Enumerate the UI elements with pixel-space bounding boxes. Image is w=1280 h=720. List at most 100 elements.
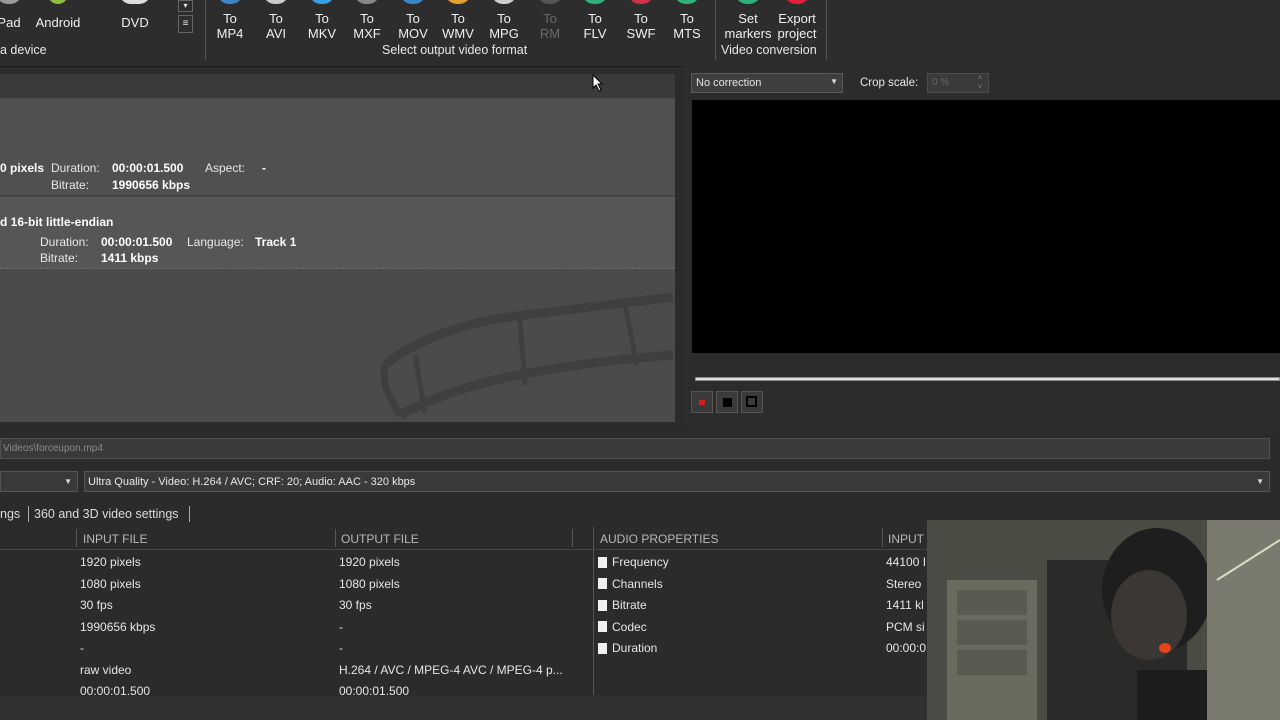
play-button[interactable]: [691, 391, 713, 413]
video-aspect: -: [262, 161, 266, 175]
audio-duration-label: Duration:: [40, 235, 89, 249]
format-line1: To: [269, 11, 283, 26]
audio-property-label: Channels: [612, 577, 663, 591]
tab-separator: [28, 506, 29, 522]
video-aspect-label: Aspect:: [205, 161, 246, 175]
stop-button[interactable]: [716, 391, 738, 413]
android-icon: [48, 0, 68, 4]
format-line1: To: [634, 11, 648, 26]
table-cell: raw video: [80, 663, 132, 677]
fullscreen-button[interactable]: [741, 391, 763, 413]
chevron-down-icon: ▼: [830, 77, 838, 86]
column-separator: [882, 529, 883, 547]
mkv-icon: [309, 0, 335, 4]
format-line1: To: [451, 11, 465, 26]
format-line2: MTS: [673, 26, 701, 41]
audio-property-value: 00:00:0: [886, 641, 927, 655]
tab-separator: [189, 506, 190, 522]
wmv-icon: [445, 0, 471, 4]
table-cell: -: [339, 641, 343, 655]
source-panel-header: [0, 74, 675, 99]
tab-settings[interactable]: ngs: [0, 507, 20, 521]
table-divider: [593, 527, 594, 695]
format-line2: MXF: [353, 26, 381, 41]
column-header-input[interactable]: INPUT: [888, 532, 924, 546]
chevron-down-icon: ▼: [1256, 477, 1264, 486]
column-separator: [76, 529, 77, 547]
output-profile-value: Ultra Quality - Video: H.264 / AVC; CRF:…: [88, 476, 416, 488]
tab-360-3d-settings[interactable]: 360 and 3D video settings: [34, 507, 179, 521]
video-size: 0 pixels: [0, 161, 45, 175]
format-line2: RM: [539, 26, 561, 41]
flv-icon: [582, 0, 608, 4]
table-cell: 1080 pixels: [339, 577, 400, 591]
profile-category-select[interactable]: ▼: [0, 471, 78, 492]
format-line2: FLV: [583, 26, 607, 41]
swf-icon: [628, 0, 654, 4]
video-bitrate-label: Bitrate:: [51, 178, 90, 192]
audio-property-label: Frequency: [612, 555, 669, 569]
format-line1: To: [406, 11, 420, 26]
format-line1: To: [680, 11, 694, 26]
table-cell: 00:00:01.500: [80, 684, 151, 698]
gallery-scroll-up-button[interactable]: ▾: [178, 0, 193, 12]
conversion-line2: markers: [724, 26, 772, 41]
format-line2: WMV: [442, 26, 474, 41]
header-divider: [0, 549, 592, 550]
video-preview[interactable]: [692, 100, 1280, 353]
video-bitrate: 1990656 kbps: [112, 178, 191, 192]
property-icon: [598, 557, 607, 568]
rm-icon: [537, 0, 563, 4]
audio-property-value: 44100 I: [886, 555, 927, 569]
audio-bitrate-label: Bitrate:: [40, 251, 79, 265]
format-line1: To: [588, 11, 602, 26]
table-cell: 1920 pixels: [80, 555, 141, 569]
table-cell: -: [80, 641, 84, 655]
correction-select[interactable]: No correction ▼: [691, 73, 843, 93]
audio-format: d 16-bit little-endian: [0, 215, 114, 229]
gallery-more-button[interactable]: ≡: [178, 15, 193, 33]
ipad-icon: [0, 0, 22, 4]
table-cell: 30 fps: [80, 598, 113, 612]
mpg-icon: [491, 0, 517, 4]
table-cell: 1920 pixels: [339, 555, 400, 569]
conversion-line1: Export: [778, 11, 816, 26]
mov-icon: [400, 0, 426, 4]
audio-duration: 00:00:01.500: [101, 235, 173, 249]
ribbon-toolbar: Pad Android DVD ▾ ≡ a device To MP4 To A…: [0, 0, 1280, 67]
column-header-output-file[interactable]: OUTPUT FILE: [341, 532, 419, 546]
export-icon: [784, 0, 810, 4]
table-cell: H.264 / AVC / MPEG-4 AVC / MPEG-4 p...: [339, 663, 563, 677]
video-stream-info[interactable]: 0 pixels Duration: 00:00:01.500 Aspect: …: [0, 98, 675, 196]
audio-property-value: PCM si: [886, 620, 925, 634]
column-separator: [572, 529, 573, 547]
seek-bar[interactable]: [695, 377, 1280, 381]
audio-property-value: Stereo: [886, 577, 922, 591]
audio-stream-info[interactable]: d 16-bit little-endian Duration: 00:00:0…: [0, 197, 675, 269]
audio-bitrate: 1411 kbps: [101, 251, 159, 265]
video-duration: 00:00:01.500: [112, 161, 184, 175]
audio-property-label: Bitrate: [612, 598, 647, 612]
column-header-audio-properties[interactable]: AUDIO PROPERTIES: [600, 532, 718, 546]
mouse-cursor-icon: [592, 74, 604, 92]
property-icon: [598, 621, 607, 632]
column-header-input-file[interactable]: INPUT FILE: [83, 532, 147, 546]
ribbon-separator: [205, 0, 206, 60]
format-line2: MP4: [216, 26, 244, 41]
mxf-icon: [354, 0, 380, 4]
conversion-group-label: Video conversion: [721, 43, 817, 57]
webcam-feed-image: [927, 520, 1280, 720]
ribbon-separator: [826, 0, 827, 60]
table-cell: 30 fps: [339, 598, 372, 612]
table-cell: 00:00:01.500: [339, 684, 410, 698]
conversion-line2: project: [777, 26, 817, 41]
format-line2: AVI: [266, 26, 286, 41]
device-label: DVD: [121, 15, 149, 30]
format-line1: To: [543, 11, 557, 26]
output-profile-select[interactable]: Ultra Quality - Video: H.264 / AVC; CRF:…: [84, 471, 1270, 492]
format-line1: To: [315, 11, 329, 26]
audio-property-label: Duration: [612, 641, 658, 655]
crop-scale-input[interactable]: 0 % ˄ ˅: [927, 73, 989, 93]
film-strip-watermark: [380, 292, 674, 419]
output-path-field[interactable]: Videos\forceupon.mp4: [0, 438, 1270, 459]
